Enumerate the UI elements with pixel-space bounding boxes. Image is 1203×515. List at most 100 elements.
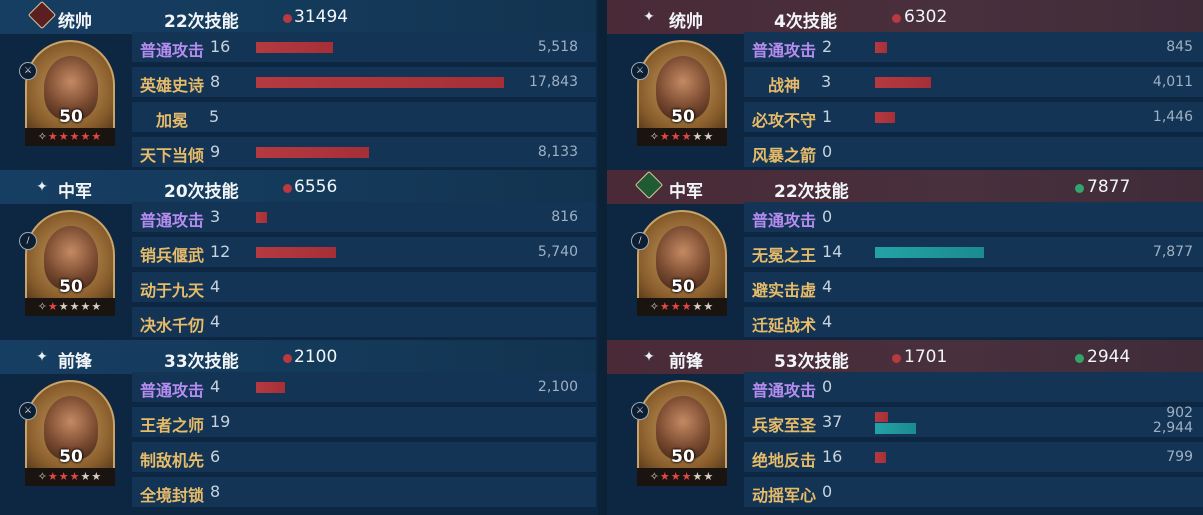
- rank-mark-icon: ✧: [649, 300, 660, 313]
- star-icon: ★: [670, 300, 682, 313]
- red-dot-icon: [283, 354, 292, 363]
- star-rating: ✧★★★★★: [637, 298, 727, 316]
- skill-row[interactable]: 全境封锁 8: [132, 477, 596, 507]
- star-icon: ★: [69, 470, 81, 483]
- red-dot-icon: [892, 14, 901, 23]
- role-label: 统帅: [669, 12, 703, 32]
- skill-row[interactable]: 天下当倾 9 8,133: [132, 137, 596, 167]
- skill-row[interactable]: 避实击虚 4: [744, 272, 1203, 302]
- skill-level: 8: [210, 482, 221, 501]
- skill-row[interactable]: 加冕 5: [132, 102, 596, 132]
- skill-name: 战神: [768, 76, 801, 95]
- skill-row[interactable]: 王者之师 19: [132, 407, 596, 437]
- skill-row[interactable]: 无冕之王 14 7,877: [744, 237, 1203, 267]
- left-unit-中军[interactable]: ✦ 中军 20次技能 6556/50 ✧★★★★★ 普通攻击 3 816 销兵偃武 12 5,740…: [0, 170, 596, 340]
- red-dot-icon: [283, 14, 292, 23]
- role-label: 中军: [58, 182, 92, 202]
- skill-level: 2: [822, 37, 833, 56]
- damage-value: 2,944: [1152, 420, 1193, 436]
- skill-level: 6: [210, 447, 221, 466]
- skill-row[interactable]: 制敌机先 6: [132, 442, 596, 472]
- skill-name: 普通攻击: [140, 211, 205, 230]
- skill-row[interactable]: 普通攻击 0: [744, 372, 1203, 402]
- skill-level: 0: [822, 142, 833, 161]
- skill-row[interactable]: 绝地反击 16 799: [744, 442, 1203, 472]
- skill-count: 22次技能: [774, 182, 849, 202]
- skill-name: 普通攻击: [140, 381, 205, 400]
- right-unit-前锋[interactable]: ✦ 前锋 53次技能 1701 2944 ⚔ 50 ✧★★★★★ 普通攻击 0 兵家至圣 37 902 2…: [607, 340, 1203, 510]
- skill-row[interactable]: 普通攻击 2 845: [744, 32, 1203, 62]
- skill-name: 天下当倾: [140, 146, 205, 165]
- right-unit-统帅[interactable]: ✦ 统帅 4次技能 6302 ⚔ 50 ✧★★★★★ 普通攻击 2 845 战神 3 4,011 必攻不守…: [607, 0, 1203, 170]
- skill-row[interactable]: 动于九天 4: [132, 272, 596, 302]
- skill-row[interactable]: 普通攻击 4 2,100: [132, 372, 596, 402]
- star-icon: ★: [681, 300, 693, 313]
- role-label: 中军: [669, 182, 703, 202]
- hero-portrait[interactable]: ⚔ 50 ✧★★★★★: [631, 380, 727, 486]
- star-rating: ✧★★★★★: [637, 468, 727, 486]
- star-icon: ★: [47, 470, 59, 483]
- damage-value: 799: [1166, 449, 1193, 465]
- damage-value: 8,133: [537, 144, 578, 160]
- skill-count: 22次技能: [164, 12, 239, 32]
- damage-bar: [256, 147, 369, 158]
- hero-portrait[interactable]: ⚔ 50 ✧★★★★★: [19, 40, 115, 146]
- damage-value: 816: [551, 209, 578, 225]
- skill-name: 无冕之王: [752, 246, 817, 265]
- hero-level: 50: [59, 107, 83, 127]
- left-unit-前锋[interactable]: ✦ 前锋 33次技能 2100 ⚔ 50 ✧★★★★★ 普通攻击 4 2,100 王者之师 19 制敌机…: [0, 340, 596, 510]
- skill-row[interactable]: 战神 3 4,011: [744, 67, 1203, 97]
- red-dot-icon: [283, 184, 292, 193]
- skill-level: 37: [822, 412, 843, 431]
- skill-row[interactable]: 普通攻击 0: [744, 202, 1203, 232]
- skill-name: 王者之师: [140, 416, 205, 435]
- hero-portrait[interactable]: /50 ✧★★★★★: [631, 210, 727, 316]
- damage-total: 2100: [294, 347, 338, 367]
- skill-row[interactable]: 动摇军心 0: [744, 477, 1203, 507]
- skill-row[interactable]: 风暴之箭 0: [744, 137, 1203, 167]
- star-icon: ★: [91, 470, 103, 483]
- skill-row[interactable]: 兵家至圣 37 902 2,944: [744, 405, 1203, 437]
- skill-row[interactable]: 销兵偃武 12 5,740: [132, 237, 596, 267]
- skill-name: 必攻不守: [752, 111, 817, 130]
- star-icon: ★: [80, 130, 92, 143]
- right-unit-中军[interactable]: 中军 22次技能 7877/50 ✧★★★★★ 普通攻击 0 无冕之王 14 7,877 避实击虚…: [607, 170, 1203, 340]
- damage-value: 5,740: [537, 244, 578, 260]
- skill-row[interactable]: 迁延战术 4: [744, 307, 1203, 337]
- team-divider: [598, 0, 607, 515]
- star-icon: ★: [69, 300, 81, 313]
- skill-row[interactable]: 必攻不守 1 1,446: [744, 102, 1203, 132]
- hero-level: 50: [671, 277, 695, 297]
- skill-name: 全境封锁: [140, 486, 205, 505]
- skill-row[interactable]: 普通攻击 16 5,518: [132, 32, 596, 62]
- left-unit-统帅[interactable]: 统帅 22次技能 31494 ⚔ 50 ✧★★★★★ 普通攻击 16 5,518 英雄史诗 8 17,…: [0, 0, 596, 170]
- hero-portrait[interactable]: ⚔ 50 ✧★★★★★: [631, 40, 727, 146]
- skill-level: 3: [210, 207, 221, 226]
- damage-bar: [256, 212, 267, 223]
- star-rating: ✧★★★★★: [637, 128, 727, 146]
- skill-level: 1: [822, 107, 833, 126]
- hero-level: 50: [671, 107, 695, 127]
- skill-row[interactable]: 普通攻击 3 816: [132, 202, 596, 232]
- green-dot-icon: [1075, 184, 1084, 193]
- skill-row[interactable]: 决水千仞 4: [132, 307, 596, 337]
- star-icon: ★: [91, 130, 103, 143]
- star-icon: ★: [670, 130, 682, 143]
- skill-level: 0: [822, 377, 833, 396]
- damage-bar: [875, 412, 888, 422]
- skill-level: 4: [210, 377, 221, 396]
- damage-bar: [875, 42, 887, 53]
- skill-level: 16: [822, 447, 843, 466]
- skill-name: 避实击虚: [752, 281, 817, 300]
- star-icon: ★: [681, 470, 693, 483]
- skill-level: 14: [822, 242, 843, 261]
- skill-level: 0: [822, 482, 833, 501]
- damage-total: 1701: [904, 347, 948, 367]
- star-icon: ★: [80, 470, 92, 483]
- weapon-type-icon: /: [19, 232, 37, 250]
- hero-portrait[interactable]: ⚔ 50 ✧★★★★★: [19, 380, 115, 486]
- hero-portrait[interactable]: /50 ✧★★★★★: [19, 210, 115, 316]
- skill-count: 53次技能: [774, 352, 849, 372]
- star-icon: ★: [47, 300, 59, 313]
- skill-row[interactable]: 英雄史诗 8 17,843: [132, 67, 596, 97]
